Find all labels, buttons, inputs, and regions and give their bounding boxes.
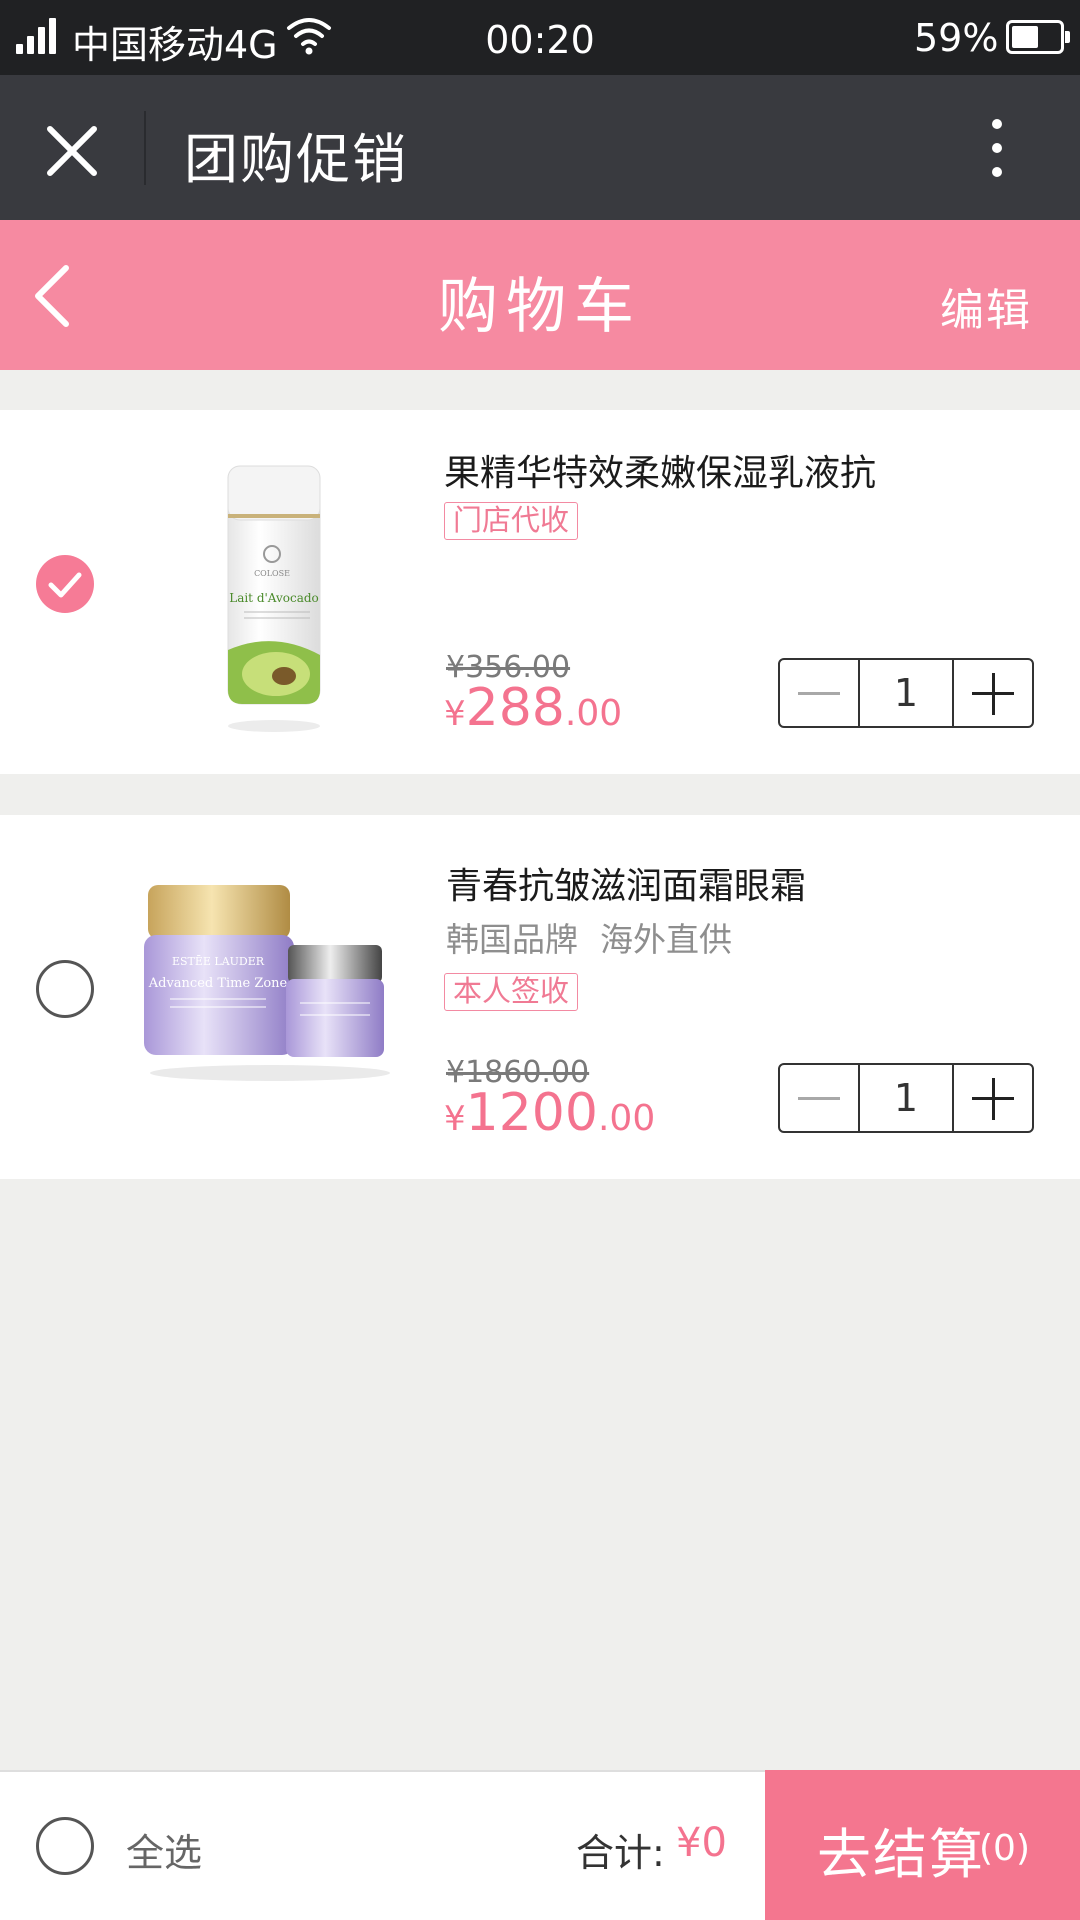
quantity-stepper: 1 [778, 1063, 1034, 1133]
svg-text:ESTĒE LAUDER: ESTĒE LAUDER [172, 955, 265, 968]
total-value: ¥0 [676, 1820, 727, 1866]
decrease-button[interactable] [780, 660, 858, 726]
item-checkbox-checked[interactable] [36, 555, 94, 613]
supply-note: 海外直供 [600, 920, 732, 959]
minus-icon [798, 692, 840, 695]
product-image-lotion: COLOSE Lait d'Avocado [227, 465, 321, 732]
sale-price: ¥288.00 [444, 678, 622, 738]
checkout-count: (0) [979, 1828, 1030, 1869]
select-all-label[interactable]: 全选 [126, 1822, 202, 1877]
edit-button[interactable]: 编辑 [940, 274, 1032, 338]
item-name[interactable]: 果精华特效柔嫩保湿乳液抗 [444, 444, 876, 496]
price-integer: 288 [465, 678, 565, 738]
battery-icon [1006, 20, 1070, 54]
product-image-cream: ESTĒE LAUDER Advanced Time Zone [144, 885, 390, 1081]
price-currency: ¥ [444, 1099, 466, 1139]
minus-icon [798, 1097, 840, 1100]
title-bar: 团购促销 [0, 75, 1080, 220]
decrease-button[interactable] [780, 1065, 858, 1131]
checkout-button[interactable]: 去结算 (0) [765, 1770, 1080, 1920]
price-integer: 1200 [465, 1083, 598, 1143]
delivery-tag: 门店代收 [444, 502, 579, 540]
checkmark-icon [48, 572, 82, 598]
total-label: 合计: [576, 1831, 665, 1875]
cart-item: COLOSE Lait d'Avocado 果精华特效柔嫩保湿乳液抗 门店代收 … [0, 410, 1080, 774]
quantity-stepper: 1 [778, 658, 1034, 728]
delivery-tag: 本人签收 [444, 973, 579, 1011]
cart-item: ESTĒE LAUDER Advanced Time Zone 青春抗皱滋润面霜… [0, 815, 1080, 1179]
price-currency: ¥ [444, 694, 466, 734]
close-icon[interactable] [40, 119, 104, 183]
item-name[interactable]: 青春抗皱滋润面霜眼霜 [446, 857, 806, 909]
title-divider [144, 111, 146, 185]
battery-percentage: 59% [914, 16, 999, 60]
cart-title: 购物车 [438, 272, 642, 342]
svg-text:Advanced Time Zone: Advanced Time Zone [148, 976, 288, 991]
price-decimal: .00 [597, 1098, 656, 1139]
price-decimal: .00 [564, 693, 623, 734]
quantity-value[interactable]: 1 [858, 1065, 954, 1131]
cart-header: 购物车 编辑 [0, 220, 1080, 370]
more-icon[interactable] [980, 113, 1014, 183]
quantity-value[interactable]: 1 [858, 660, 954, 726]
svg-text:COLOSE: COLOSE [254, 569, 290, 578]
sale-price: ¥1200.00 [444, 1083, 655, 1143]
item-subtitles: 韩国品牌 海外直供 [446, 913, 754, 961]
status-bar: 中国移动4G 00:20 59% [0, 0, 1080, 75]
svg-text:Lait d'Avocado: Lait d'Avocado [229, 591, 319, 605]
checkout-bar: 全选 合计: ¥0 去结算 (0) [0, 1770, 1080, 1920]
increase-button[interactable] [954, 660, 1032, 726]
item-checkbox-unchecked[interactable] [36, 960, 94, 1018]
brand-origin: 韩国品牌 [446, 920, 578, 959]
select-all-checkbox[interactable] [36, 1817, 94, 1875]
page-title: 团购促销 [184, 128, 408, 191]
increase-button[interactable] [954, 1065, 1032, 1131]
checkout-label: 去结算 [817, 1823, 985, 1886]
